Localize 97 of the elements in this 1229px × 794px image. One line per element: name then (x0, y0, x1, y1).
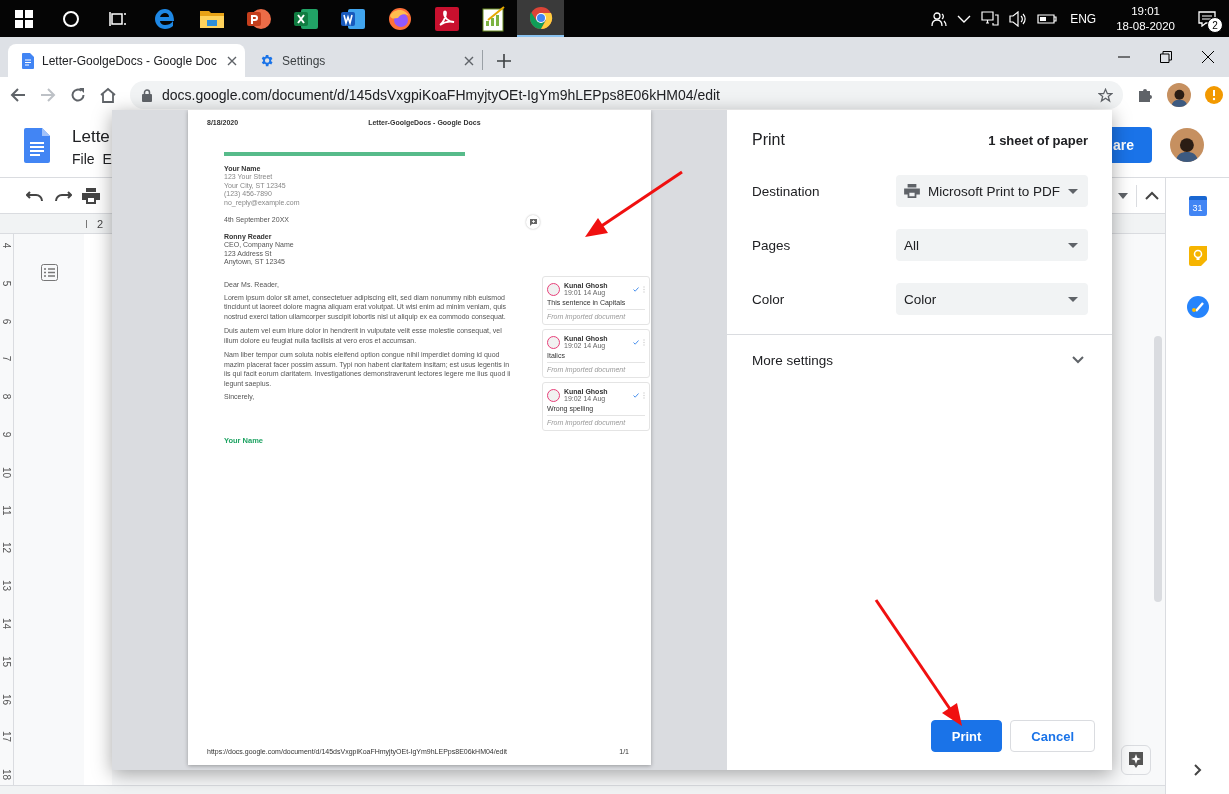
ruler-number: 9 (1, 431, 12, 438)
caret-icon (1068, 188, 1078, 194)
chart-app-icon[interactable] (481, 5, 506, 32)
document-title[interactable]: Lette (72, 127, 112, 147)
pdf-app-icon[interactable] (434, 6, 459, 31)
field-label: Pages (752, 237, 791, 253)
network-icon[interactable] (981, 10, 1000, 27)
ruler-number: 16 (1, 693, 12, 705)
caret-icon[interactable] (957, 13, 972, 24)
puzzle-icon[interactable] (1137, 87, 1153, 103)
settings-icon (259, 53, 274, 68)
chevron-right-icon[interactable] (1193, 764, 1202, 776)
undo-icon[interactable] (26, 189, 44, 202)
more-settings-toggle[interactable]: More settings (727, 335, 1112, 385)
collapse-icon[interactable] (1145, 191, 1159, 200)
check-icon[interactable] (633, 339, 639, 345)
notification-count: 2 (1207, 17, 1223, 33)
ruler-number: 15 (1, 655, 12, 667)
field-label: Destination (752, 183, 820, 199)
ruler-number: 13 (1, 580, 12, 592)
dialog-title: Print (752, 131, 785, 149)
dropdown[interactable]: Microsoft Print to PDF (896, 175, 1088, 207)
lock-icon (142, 88, 152, 102)
ruler-number: 5 (1, 280, 12, 287)
taskbar-app[interactable] (517, 0, 564, 37)
star-icon[interactable] (1098, 87, 1113, 103)
browser-tab[interactable]: Letter-GoolgeDocs - Google Doc (8, 44, 245, 77)
ruler-number: 2 (97, 217, 104, 230)
calendar-icon[interactable]: 31 (1188, 196, 1207, 216)
restore-icon[interactable] (1160, 51, 1172, 63)
browser-e-icon[interactable] (152, 6, 177, 31)
document-icon[interactable] (24, 127, 50, 163)
back-icon[interactable] (10, 87, 26, 103)
dropdown[interactable]: All (896, 229, 1088, 261)
home-icon[interactable] (100, 87, 116, 103)
fox-browser-icon[interactable] (387, 6, 412, 31)
document-app-icon[interactable] (339, 6, 366, 31)
notification-button[interactable]: 2 (1185, 0, 1229, 37)
search-icon[interactable] (61, 9, 80, 28)
add-comment-icon (529, 218, 537, 226)
spreadsheet-app-icon[interactable] (292, 6, 319, 31)
ruler-number: 6 (1, 318, 12, 324)
task-view-icon[interactable] (108, 10, 127, 27)
dropdown[interactable]: Color (896, 283, 1088, 315)
windows-start-icon[interactable] (14, 9, 33, 28)
ruler-number: 18 (1, 769, 12, 781)
ruler-number: 11 (1, 504, 12, 516)
caret-icon (1068, 296, 1078, 302)
ruler-number: 14 (1, 617, 12, 630)
document-icon (22, 52, 34, 69)
reload-icon[interactable] (70, 87, 86, 103)
scrollbar-thumb[interactable] (1154, 336, 1162, 602)
ruler-number: 10 (1, 466, 12, 478)
volume-icon[interactable] (1009, 10, 1028, 27)
comment-avatar (547, 335, 560, 349)
new-tab-icon[interactable] (497, 54, 511, 68)
presentation-app-icon[interactable] (245, 6, 272, 31)
ruler-number: 17 (1, 731, 12, 743)
account-avatar[interactable] (1170, 128, 1204, 162)
message-icon (1198, 10, 1216, 27)
add-comment-button[interactable] (526, 215, 540, 229)
check-icon[interactable] (633, 392, 639, 398)
ruler-number: 7 (1, 356, 12, 362)
sheet-count: 1 sheet of paper (988, 132, 1088, 148)
ruler-number: 8 (1, 393, 12, 400)
language-indicator[interactable]: ENG (1070, 11, 1097, 26)
battery-icon[interactable] (1037, 11, 1058, 26)
field-label: Color (752, 291, 785, 307)
printer-icon (904, 184, 920, 198)
caret-icon (1068, 242, 1078, 248)
tasks-icon[interactable] (1186, 296, 1209, 318)
comment-avatar (547, 282, 560, 296)
people-icon[interactable] (931, 10, 948, 27)
menu-item[interactable]: E (102, 151, 112, 167)
explore-button[interactable] (1121, 745, 1151, 775)
browser-tab[interactable]: Settings (245, 44, 482, 77)
cancel-button[interactable]: Cancel (1010, 720, 1095, 752)
menu-item[interactable]: File (72, 151, 95, 167)
caret-icon[interactable] (1118, 192, 1128, 199)
close-icon[interactable] (1202, 51, 1214, 63)
comment-avatar (547, 388, 560, 402)
share-button[interactable]: are (1112, 127, 1152, 163)
chrome-browser-icon[interactable] (528, 5, 553, 30)
profile-avatar[interactable] (1167, 83, 1191, 107)
print-icon[interactable] (82, 187, 100, 204)
sparkle-icon (1128, 751, 1144, 769)
outline-icon[interactable] (40, 264, 58, 281)
check-icon[interactable] (633, 286, 639, 292)
redo-icon[interactable] (54, 189, 72, 202)
horizontal-scrollbar[interactable] (0, 785, 1165, 794)
ruler-number: 4 (1, 242, 12, 249)
close-icon[interactable] (227, 55, 237, 66)
ruler-number: 12 (1, 542, 12, 554)
clock[interactable]: 19:01 18-08-2020 (1116, 3, 1175, 34)
address-bar[interactable]: docs.google.com/document/d/145dsVxgpiKoaFHmyjtyOEt-IgYm9hLEPps8E06kHM04/edit (130, 81, 1123, 109)
print-button[interactable]: Print (930, 720, 1003, 752)
chevron-icon (1072, 356, 1084, 364)
